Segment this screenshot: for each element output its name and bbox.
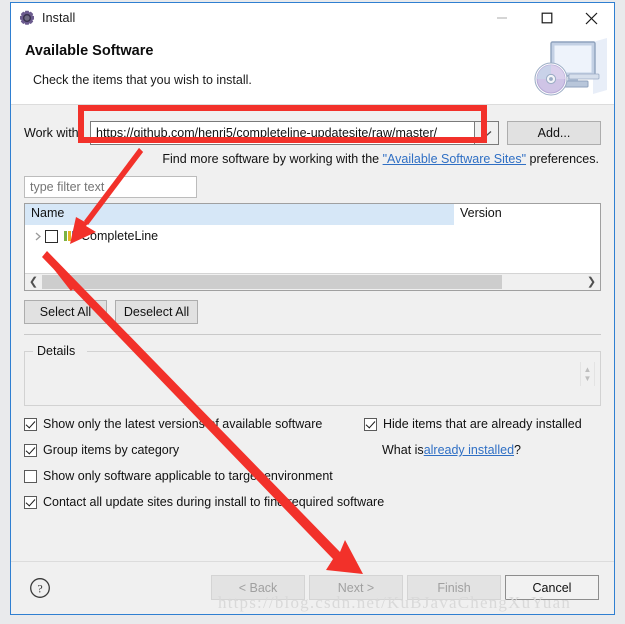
- already-installed-link[interactable]: already installed: [424, 443, 514, 457]
- maximize-icon[interactable]: [524, 3, 569, 33]
- column-header-name[interactable]: Name: [25, 204, 454, 225]
- work-with-input[interactable]: [90, 121, 474, 145]
- details-scroll-spinner[interactable]: ▲ ▼: [580, 362, 595, 386]
- dialog-body: Work with: Add... Find more software by …: [11, 105, 614, 561]
- watermark-text: https://blog.csdn.net/KuBJavaChengXuYuan: [218, 593, 572, 612]
- add-button-label: Add...: [537, 126, 571, 140]
- install-gear-icon: [19, 10, 35, 26]
- column-header-version[interactable]: Version: [454, 204, 600, 225]
- scroll-track[interactable]: [42, 274, 583, 290]
- install-dialog: Install Available Software Check the ite…: [10, 2, 615, 615]
- row-label-name: CompleteLine: [81, 229, 159, 243]
- checkbox-hide-installed[interactable]: [364, 417, 377, 431]
- sites-hint-after: preferences.: [526, 152, 600, 166]
- sites-hint-before: Find more software by working with the: [162, 152, 383, 166]
- option-label: Contact all update sites during install …: [43, 495, 385, 509]
- separator: [24, 334, 601, 335]
- software-tree[interactable]: Name Version CompleteLine ❮ ❯: [24, 203, 601, 291]
- what-is-already-installed: What is already installed?: [364, 437, 624, 463]
- checkbox-show-latest-versions[interactable]: [24, 417, 37, 431]
- tree-header: Name Version: [25, 204, 600, 226]
- details-group: Details ▲ ▼: [24, 344, 601, 406]
- chevron-left-icon[interactable]: ❮: [25, 274, 42, 290]
- screenshot-root: Install Available Software Check the ite…: [0, 0, 625, 624]
- option-label: Group items by category: [43, 443, 180, 457]
- what-is-suffix: ?: [514, 443, 521, 457]
- table-row[interactable]: CompleteLine: [25, 226, 600, 246]
- option-applicable-to-target[interactable]: Show only software applicable to target …: [24, 463, 601, 489]
- checkbox-applicable-to-target[interactable]: [24, 469, 37, 483]
- add-button[interactable]: Add...: [507, 121, 601, 145]
- work-with-row: Work with: Add...: [24, 121, 601, 145]
- monitor-with-cd-icon: [527, 34, 611, 102]
- details-frame: [24, 351, 601, 406]
- tree-body: CompleteLine: [25, 226, 600, 273]
- what-is-prefix: What is: [382, 443, 424, 457]
- options-area: Show only the latest versions of availab…: [24, 411, 601, 515]
- title-bar: Install: [11, 3, 614, 33]
- option-hide-installed[interactable]: Hide items that are already installed: [364, 411, 624, 437]
- dialog-header: Available Software Check the items that …: [11, 33, 614, 105]
- scroll-up-icon[interactable]: ▲: [584, 365, 592, 374]
- page-subtitle: Check the items that you wish to install…: [33, 73, 252, 87]
- chevron-down-icon[interactable]: [474, 121, 499, 145]
- work-with-label: Work with:: [24, 126, 83, 140]
- svg-text:?: ?: [37, 582, 42, 596]
- available-software-sites-link[interactable]: "Available Software Sites": [383, 152, 526, 166]
- window-title: Install: [42, 11, 76, 25]
- checkbox-contact-update-sites[interactable]: [24, 495, 37, 509]
- option-contact-update-sites[interactable]: Contact all update sites during install …: [24, 489, 601, 515]
- row-checkbox[interactable]: [45, 229, 58, 243]
- work-with-combo[interactable]: [90, 121, 499, 145]
- option-label: Show only the latest versions of availab…: [43, 417, 323, 431]
- selection-buttons: Select All Deselect All: [24, 300, 601, 324]
- chevron-right-icon[interactable]: [31, 232, 45, 241]
- checkbox-group-by-category[interactable]: [24, 443, 37, 457]
- tree-horizontal-scrollbar[interactable]: ❮ ❯: [25, 273, 600, 290]
- page-title: Available Software: [25, 43, 154, 59]
- options-right-column: Hide items that are already installed Wh…: [364, 411, 624, 463]
- scroll-thumb[interactable]: [42, 275, 502, 289]
- window-controls: [479, 3, 614, 33]
- select-all-label: Select All: [39, 305, 92, 319]
- deselect-all-label: Deselect All: [123, 305, 190, 319]
- details-label: Details: [34, 344, 79, 358]
- help-question-icon[interactable]: ?: [29, 577, 51, 599]
- scroll-down-icon[interactable]: ▼: [584, 374, 592, 383]
- option-label: Hide items that are already installed: [383, 417, 582, 431]
- option-label: Show only software applicable to target …: [43, 469, 333, 483]
- feature-bars-icon: [64, 231, 75, 241]
- filter-input[interactable]: [24, 176, 197, 198]
- desktop-background: [0, 0, 10, 624]
- deselect-all-button[interactable]: Deselect All: [115, 300, 198, 324]
- chevron-right-icon[interactable]: ❯: [583, 274, 600, 290]
- close-icon[interactable]: [569, 3, 614, 33]
- minimize-icon[interactable]: [479, 3, 524, 33]
- select-all-button[interactable]: Select All: [24, 300, 107, 324]
- sites-hint: Find more software by working with the "…: [24, 152, 601, 166]
